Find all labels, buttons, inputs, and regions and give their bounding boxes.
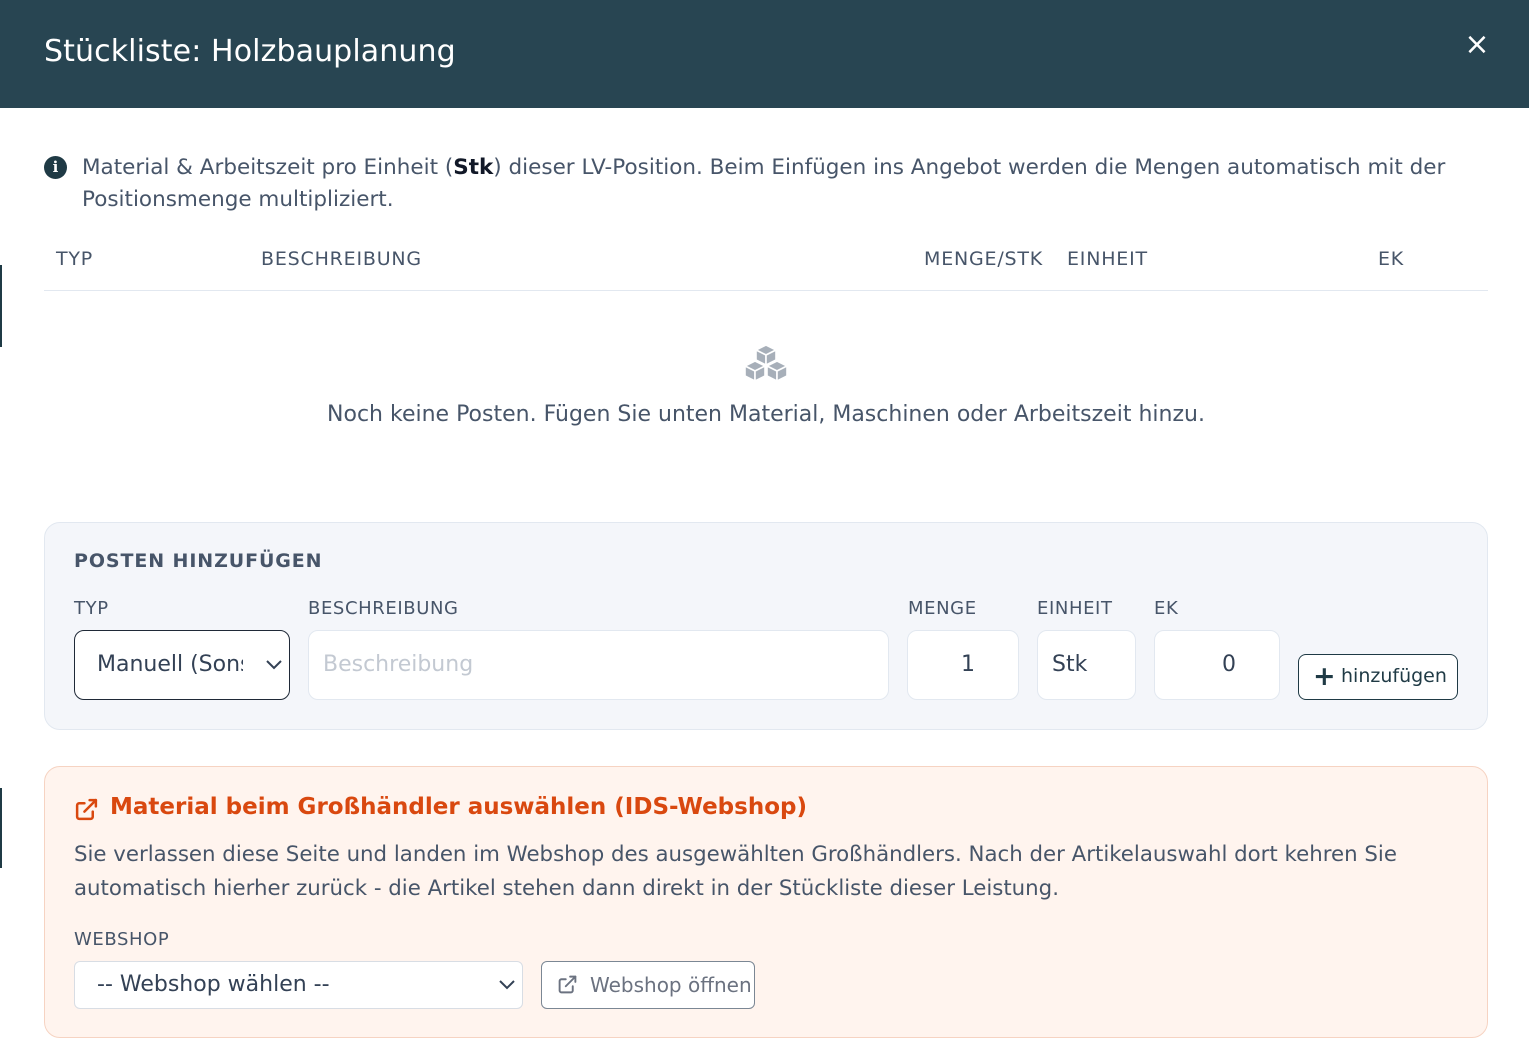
typ-select[interactable]: Manuell (Sonstiges) xyxy=(74,630,290,700)
plus-icon: + xyxy=(1313,661,1336,692)
external-link-icon xyxy=(558,975,577,994)
einheit-input[interactable]: Stk xyxy=(1037,630,1136,700)
chevron-down-icon xyxy=(499,980,515,990)
webshop-description: Sie verlassen diese Seite und landen im … xyxy=(74,842,1397,901)
close-icon[interactable]: × xyxy=(1462,30,1492,60)
typ-label: TYP xyxy=(74,598,109,619)
ek-input[interactable]: 0 xyxy=(1154,630,1280,700)
add-item-button-label: hinzufügen xyxy=(1341,665,1447,687)
typ-select-value: Manuell (Sonstiges) xyxy=(97,652,243,677)
webshop-select-value: -- Webshop wählen -- xyxy=(97,972,330,997)
einheit-label: EINHEIT xyxy=(1037,598,1113,619)
table-header-divider xyxy=(44,290,1488,291)
add-panel-title: POSTEN HINZUFÜGEN xyxy=(74,550,323,572)
menge-label: MENGE xyxy=(908,598,977,619)
modal-header: Stückliste: Holzbauplanung × xyxy=(0,0,1529,108)
column-header-beschreibung: BESCHREIBUNG xyxy=(261,248,422,270)
info-text: Material & Arbeitszeit pro Einheit (Stk)… xyxy=(82,155,1446,212)
beschreibung-label: BESCHREIBUNG xyxy=(308,598,459,619)
column-header-ek: EK xyxy=(1378,248,1405,270)
menge-input[interactable]: 1 xyxy=(907,630,1019,700)
info-icon: i xyxy=(44,156,67,179)
webshop-title: Material beim Großhändler auswählen (IDS… xyxy=(110,794,807,820)
modal-title: Stückliste: Holzbauplanung xyxy=(44,34,456,69)
open-webshop-button[interactable]: Webshop öffnen xyxy=(541,961,755,1009)
column-header-typ: TYP xyxy=(56,248,94,270)
beschreibung-input[interactable]: Beschreibung xyxy=(308,630,889,700)
external-link-icon xyxy=(75,798,98,821)
chevron-down-icon xyxy=(266,660,282,670)
webshop-select[interactable]: -- Webshop wählen -- xyxy=(74,961,523,1009)
open-webshop-button-label: Webshop öffnen xyxy=(590,973,752,997)
cubes-icon xyxy=(744,344,788,382)
empty-state-message: Noch keine Posten. Fügen Sie unten Mater… xyxy=(327,402,1205,427)
column-header-einheit: EINHEIT xyxy=(1067,248,1148,270)
edge-divider xyxy=(0,265,2,347)
ek-label: EK xyxy=(1154,598,1179,619)
unit-label: Stk xyxy=(453,155,494,180)
edge-divider xyxy=(0,788,2,868)
add-item-button[interactable]: + hinzufügen xyxy=(1298,654,1458,700)
column-header-menge: MENGE/STK xyxy=(924,248,1044,270)
stueckliste-modal: Stückliste: Holzbauplanung × i Material … xyxy=(0,0,1529,1041)
webshop-label: WEBSHOP xyxy=(74,929,170,950)
